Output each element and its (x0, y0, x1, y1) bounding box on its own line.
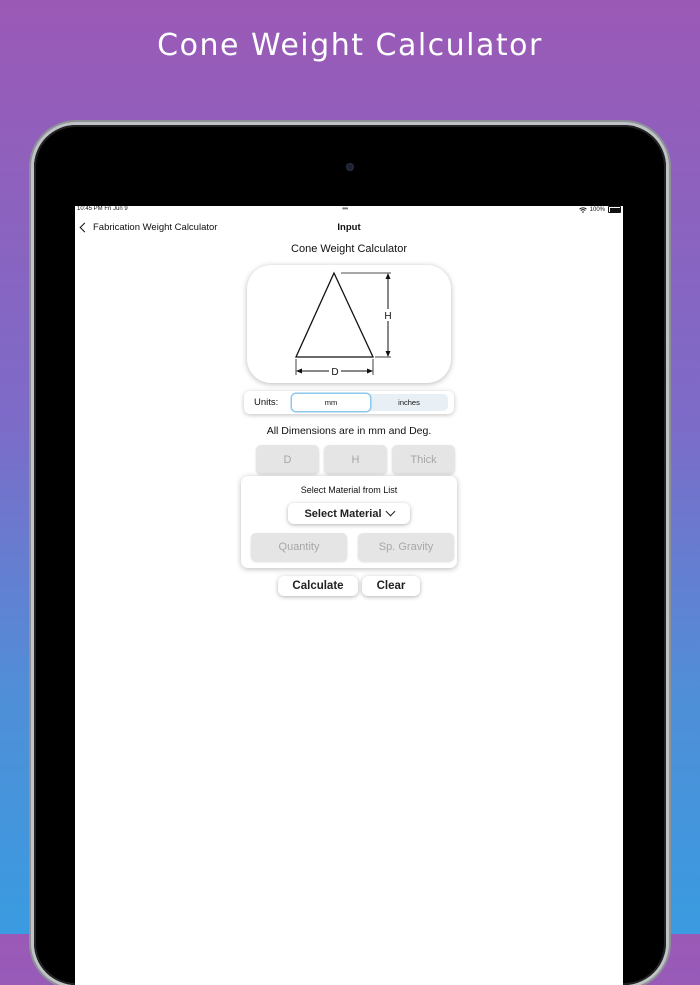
cone-diagram: H D (294, 271, 393, 378)
units-selector: Units: mm inches (244, 391, 454, 414)
wifi-icon (578, 206, 587, 213)
action-buttons: Calculate Clear (278, 576, 420, 596)
height-arrow-bottom (385, 351, 391, 357)
nav-title: Input (337, 222, 361, 233)
calculate-button[interactable]: Calculate (278, 576, 358, 596)
chevron-down-icon (385, 506, 395, 517)
units-label: Units: (254, 397, 279, 408)
thickness-input[interactable] (392, 445, 455, 474)
diameter-label: D (331, 367, 338, 378)
material-title: Select Material from List (300, 485, 398, 495)
units-segmented-control: mm inches (292, 394, 448, 411)
diameter-arrow-right (367, 368, 373, 374)
dimensions-note: All Dimensions are in mm and Deg. (266, 425, 432, 437)
app-screen: 10:45 PM Fri Jun 9 ••• 100% Fabrication … (75, 206, 623, 985)
units-option-mm[interactable]: mm (292, 394, 370, 411)
status-right: 100% (578, 206, 621, 213)
material-inputs (251, 533, 454, 561)
dimension-inputs (256, 445, 455, 474)
height-label: H (384, 311, 391, 322)
status-bar: 10:45 PM Fri Jun 9 ••• 100% (75, 206, 623, 215)
height-input[interactable] (324, 445, 387, 474)
cone-diagram-card: H D (247, 265, 451, 383)
camera-dot (346, 163, 354, 171)
tablet-frame: 10:45 PM Fri Jun 9 ••• 100% Fabrication … (34, 125, 666, 985)
cone-shape (294, 271, 375, 358)
height-arrow-top (385, 273, 391, 279)
specific-gravity-input[interactable] (358, 533, 454, 561)
multitask-dots-icon[interactable]: ••• (342, 206, 348, 213)
units-option-inches[interactable]: inches (370, 394, 448, 411)
navigation-bar: Fabrication Weight Calculator Input (75, 220, 623, 238)
material-card: Select Material from List Select Materia… (241, 476, 457, 568)
page-title: Cone Weight Calculator (291, 243, 407, 255)
battery-icon (608, 206, 621, 213)
clear-button[interactable]: Clear (362, 576, 420, 596)
banner-title: Cone Weight Calculator (157, 28, 543, 63)
diameter-arrow-left (296, 368, 302, 374)
battery-percent: 100% (589, 206, 605, 213)
diameter-input[interactable] (256, 445, 319, 474)
select-material-label: Select Material (304, 507, 382, 520)
status-time: 10:45 PM Fri Jun 9 (77, 206, 128, 212)
select-material-button[interactable]: Select Material (288, 503, 410, 524)
quantity-input[interactable] (251, 533, 347, 561)
